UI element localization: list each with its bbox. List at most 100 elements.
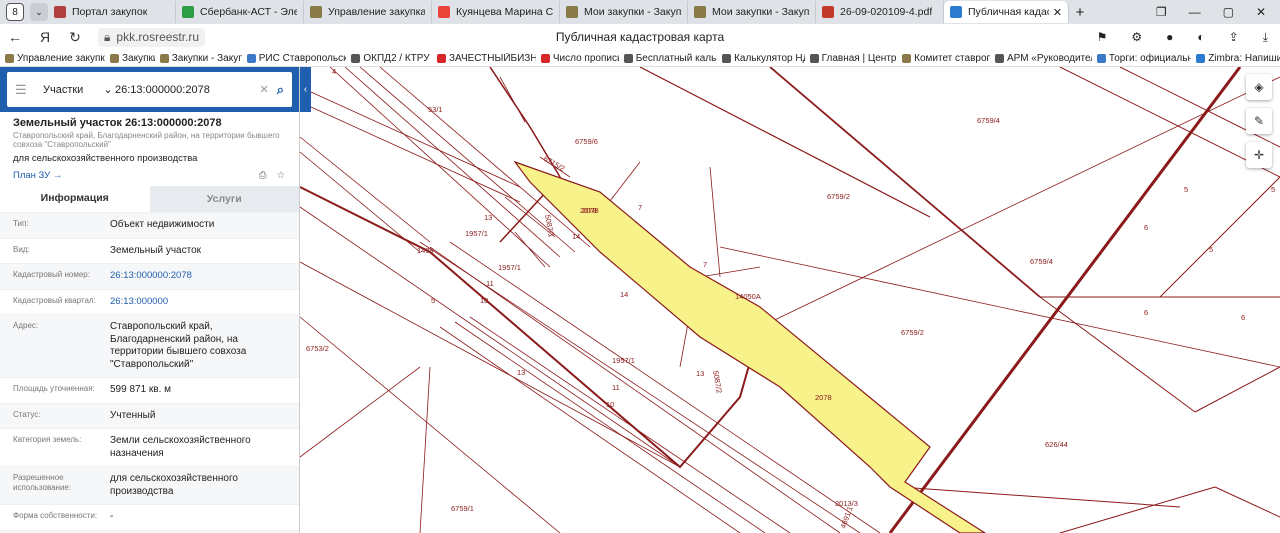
url-field[interactable]: 🔒︎ pkk.rosreestr.ru — [98, 27, 206, 47]
chevron-down-icon[interactable]: ⌄ — [30, 3, 48, 21]
ruler-icon[interactable]: ✎ — [1246, 108, 1272, 134]
clear-icon[interactable]: ✕ — [260, 83, 269, 96]
bookmark-item[interactable]: Главная | Центр по — [805, 53, 897, 64]
tab-favicon-icon — [182, 6, 194, 18]
collapse-panel-icon[interactable]: ‹ — [300, 67, 311, 112]
bookmark-favicon-icon — [351, 53, 361, 63]
object-purpose: для сельскохозяйственного производства — [13, 153, 198, 164]
browser-tab[interactable]: Мои закупки - Закупки - А — [560, 1, 688, 23]
bookmark-item[interactable]: ОКПД2 / КТРУ | К — [346, 53, 432, 64]
tab-favicon-icon — [694, 6, 706, 18]
map-label: 11 — [486, 279, 494, 288]
bookmark-label: АРМ «Руководителя» — [1006, 52, 1092, 64]
bookmark-item[interactable]: Бесплатный калькул — [619, 53, 717, 64]
tab-label: Управление закупками — [328, 6, 425, 18]
address-bar: ← Я ↻ 🔒︎ pkk.rosreestr.ru Публичная кадас… — [0, 24, 1280, 50]
info-key: Вид: — [13, 244, 30, 254]
bookmark-favicon-icon — [623, 53, 633, 63]
info-key: Площадь уточненная: — [13, 384, 95, 393]
layers-icon[interactable]: ◈ — [1246, 74, 1272, 100]
plan-link[interactable]: План ЗУ → — [13, 170, 62, 181]
yandex-icon[interactable]: Я — [30, 29, 60, 45]
map-label: 53/1 — [428, 105, 443, 114]
map-label: 6 — [1144, 308, 1148, 317]
bookmark-item[interactable]: Zimbra: Напишите — [1191, 53, 1280, 64]
minimize-icon[interactable]: — — [1189, 5, 1201, 19]
bookmark-icon[interactable]: ⚑ — [1097, 30, 1108, 45]
map-label: 13 — [517, 368, 525, 377]
layer-select[interactable]: Участки ⌄ — [43, 83, 113, 97]
bookmark-item[interactable]: Комитет ставропол — [897, 53, 990, 64]
bookmark-label: РИС Ставропольского — [258, 52, 347, 64]
bookmark-favicon-icon — [246, 53, 256, 63]
info-row: Площадь уточненная: 599 871 кв. м — [0, 377, 299, 403]
tab-label: Сбербанк-АСТ - Электронн — [200, 6, 297, 18]
back-arrow-icon[interactable]: ← — [0, 29, 30, 45]
info-value-link[interactable]: 26:13:000000:2078 — [110, 270, 192, 283]
print-icon[interactable]: ⎙ — [259, 170, 267, 181]
share-icon[interactable]: ⇪ — [1229, 30, 1239, 45]
info-row: Вид: Земельный участок — [0, 237, 299, 264]
bookmark-favicon-icon — [159, 53, 169, 63]
locate-icon[interactable]: ✛ — [1246, 142, 1272, 168]
tab-label: Публичная кадастровая карта — [968, 6, 1049, 18]
info-value: 599 871 кв. м — [110, 384, 172, 395]
map-label: 5 — [1184, 185, 1188, 194]
bookmark-favicon-icon — [540, 53, 550, 63]
info-row: Кадастровая стоимость:4 271 081,52 руб. — [0, 529, 299, 533]
search-input[interactable]: 26:13:000000:2078 — [115, 84, 260, 96]
bookmark-item[interactable]: РИС Ставропольского — [242, 52, 347, 64]
tab-count-badge[interactable]: 8 — [6, 3, 24, 21]
reload-icon[interactable]: ↻ — [60, 29, 90, 46]
bookmark-item[interactable]: Число прописью — [536, 53, 619, 64]
browser-tab-active[interactable]: Публичная кадастровая карта✕ — [944, 1, 1069, 23]
map-label: 6 — [1241, 313, 1245, 322]
info-tabs: Информация Услуги — [0, 186, 299, 212]
bookmark-favicon-icon — [1096, 53, 1106, 63]
info-value-link[interactable]: 26:13:000000 — [110, 296, 168, 309]
bookmark-item[interactable]: ЗАЧЕСТНЫЙБИЗНЕС — [432, 53, 536, 64]
bookmarks-icon[interactable]: ❐ — [1156, 5, 1167, 19]
bookmark-item[interactable]: Калькулятор НДС — [717, 53, 805, 64]
menu-icon[interactable]: ☰ — [15, 82, 37, 98]
close-icon[interactable]: ✕ — [1049, 6, 1062, 19]
map-label: 7 — [703, 260, 707, 269]
extension-icon[interactable]: ⚙ — [1131, 30, 1142, 45]
download-icon[interactable]: ⤓ — [1263, 30, 1268, 45]
map-label: 10 — [606, 400, 614, 409]
new-tab-plus-icon[interactable]: + — [1069, 4, 1091, 21]
bookmark-label: Число прописью — [552, 52, 619, 64]
info-row: Кадастровый квартал: 26:13:000000 — [0, 288, 299, 315]
maximize-icon[interactable]: ▢ — [1223, 5, 1234, 19]
browser-tab[interactable]: 26-09-020109-4.pdf — [816, 1, 944, 23]
alice-icon[interactable]: ● — [1166, 30, 1173, 45]
close-window-icon[interactable]: ✕ — [1256, 5, 1266, 19]
tab-information[interactable]: Информация — [0, 186, 150, 212]
star-icon[interactable]: ☆ — [276, 170, 285, 181]
tab-services[interactable]: Услуги — [149, 186, 299, 212]
browser-tab[interactable]: Куянцева Марина Сергеевн — [432, 1, 560, 23]
map-label: 6 — [1144, 223, 1148, 232]
info-value: Земли сельскохозяйственного назначения — [110, 435, 251, 459]
bookmark-item[interactable]: АРМ «Руководителя» — [990, 53, 1092, 64]
bookmark-label: Бесплатный калькул — [635, 52, 717, 64]
map-label: 13 — [484, 213, 492, 222]
map-label: 4691/1 — [838, 505, 854, 530]
bookmark-item[interactable]: Управление закупками — [0, 53, 105, 64]
search-icon[interactable]: ⌕ — [277, 82, 284, 98]
bookmark-item[interactable]: Закупки - Закупки — [155, 53, 242, 64]
bookmark-item[interactable]: Торги: официальный — [1092, 53, 1191, 64]
browser-tab[interactable]: Мои закупки - Закупки - А — [688, 1, 816, 23]
map-label: 6753/2 — [306, 344, 329, 353]
plan-row: План ЗУ → ⎙ ☆ — [0, 164, 299, 181]
tab-label: Мои закупки - Закупки - А — [584, 6, 681, 18]
map-label: 6759/2 — [901, 328, 924, 337]
tab-label: Куянцева Марина Сергеевн — [456, 6, 553, 18]
bookmark-item[interactable]: Закупки — [105, 53, 155, 64]
selected-parcel[interactable] — [513, 160, 987, 533]
map-label: 5 — [1271, 185, 1275, 194]
browser-tab[interactable]: Управление закупками — [304, 1, 432, 23]
protect-icon[interactable]: ◐ — [1197, 30, 1204, 45]
browser-tab[interactable]: Портал закупок — [48, 1, 176, 23]
browser-tab[interactable]: Сбербанк-АСТ - Электронн — [176, 1, 304, 23]
